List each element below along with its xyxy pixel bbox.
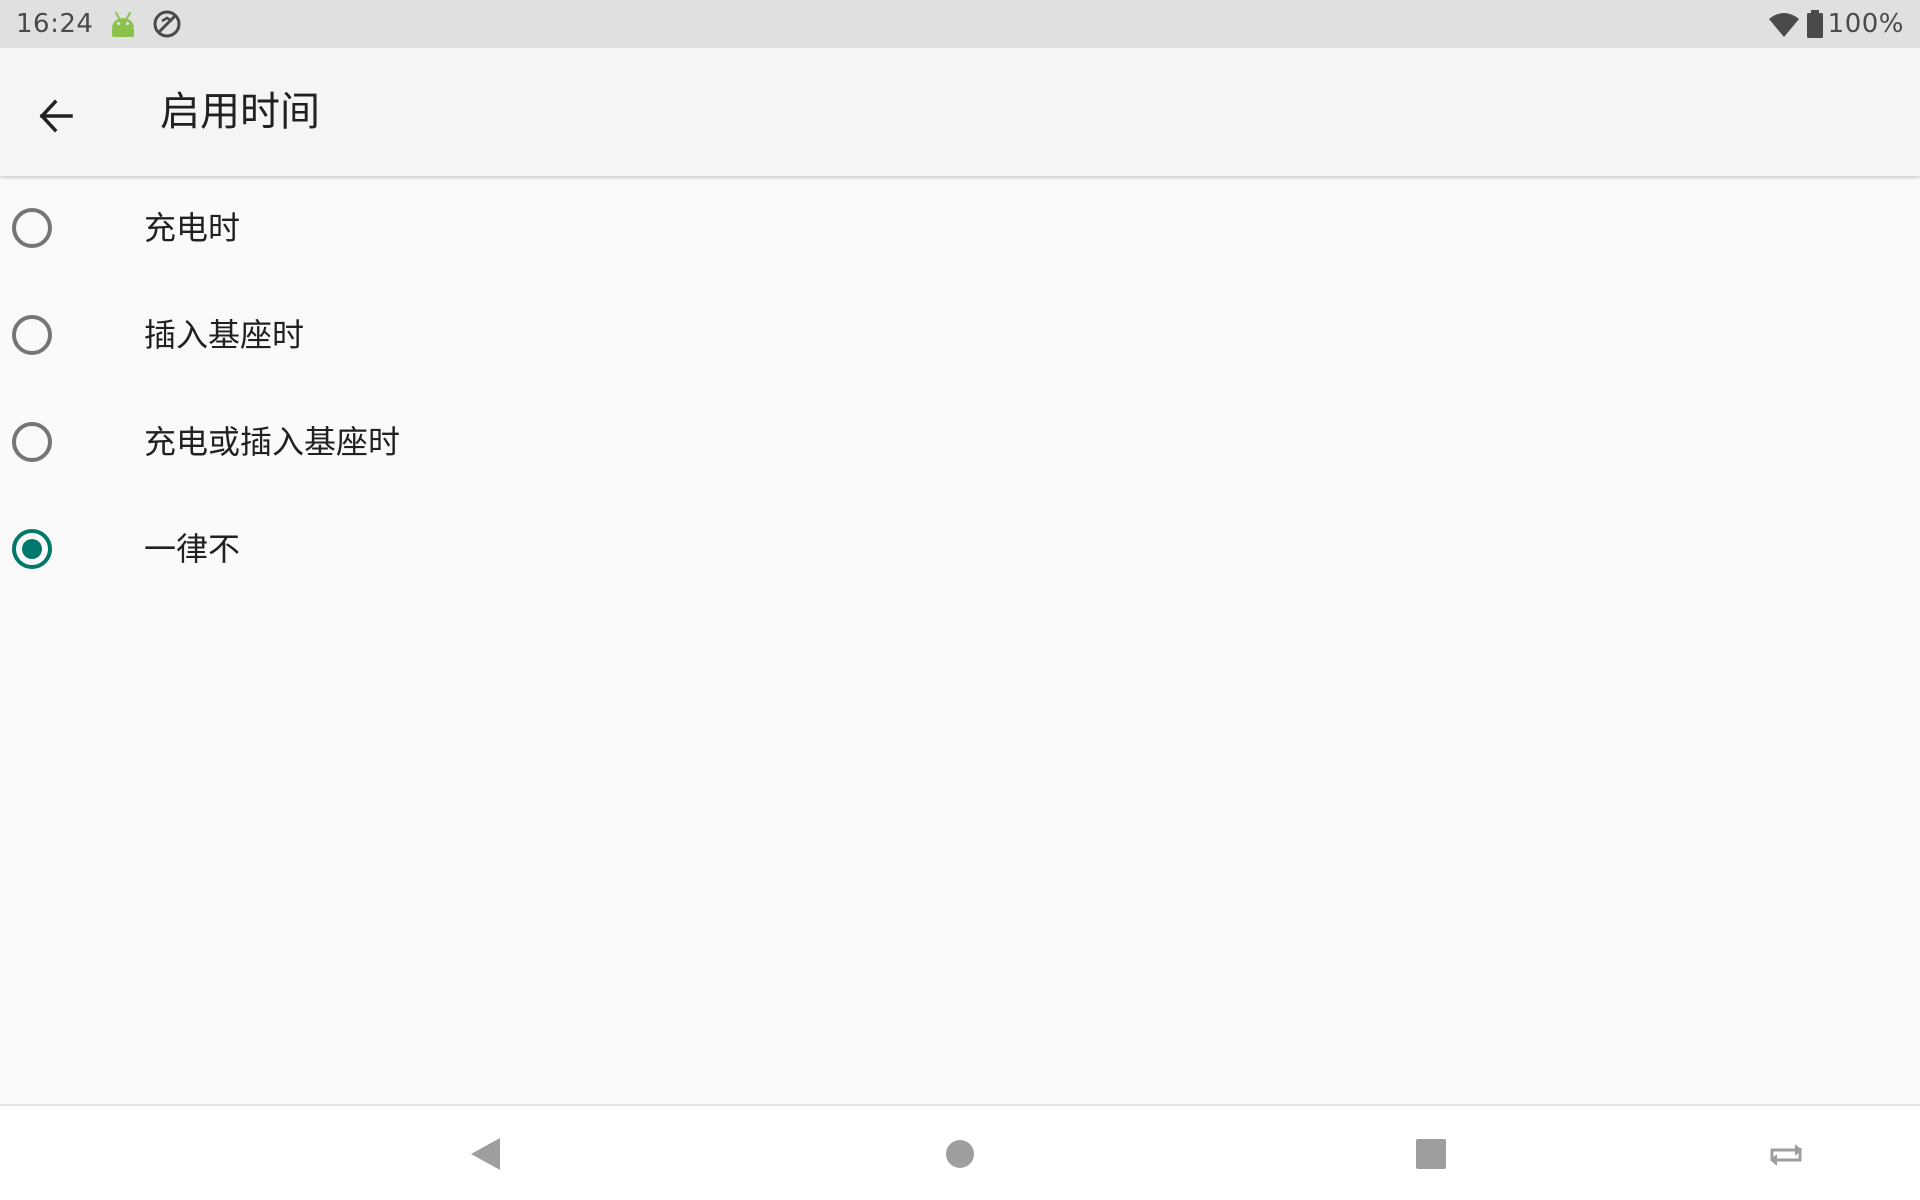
rotate-button[interactable] bbox=[1758, 1126, 1814, 1182]
sync-disabled-icon bbox=[152, 9, 182, 43]
option-label: 充电时 bbox=[144, 209, 241, 247]
android-icon bbox=[108, 9, 138, 43]
status-bar: 16:24 100% bbox=[0, 0, 1920, 48]
option-never[interactable]: 一律不 bbox=[0, 497, 1920, 604]
option-charging-or-docked[interactable]: 充电或插入基座时 bbox=[0, 390, 1920, 497]
nav-back-button[interactable] bbox=[458, 1126, 514, 1182]
option-label: 插入基座时 bbox=[144, 316, 305, 354]
radio-button[interactable] bbox=[12, 208, 52, 248]
radio-button[interactable] bbox=[12, 315, 52, 355]
nav-recents-icon bbox=[1415, 1138, 1447, 1170]
navigation-bar bbox=[0, 1104, 1920, 1200]
nav-home-icon bbox=[945, 1139, 975, 1169]
arrow-back-icon bbox=[38, 98, 74, 134]
option-label: 充电或插入基座时 bbox=[144, 423, 401, 461]
status-time: 16:24 bbox=[16, 9, 94, 39]
back-button[interactable] bbox=[24, 84, 88, 148]
app-bar: 启用时间 bbox=[0, 48, 1920, 176]
nav-back-icon bbox=[469, 1136, 503, 1172]
nav-recents-button[interactable] bbox=[1403, 1126, 1459, 1182]
radio-button-selected[interactable] bbox=[12, 529, 52, 569]
rotate-icon bbox=[1768, 1142, 1804, 1166]
nav-home-button[interactable] bbox=[932, 1126, 988, 1182]
radio-selected-dot bbox=[22, 539, 42, 559]
option-charging[interactable]: 充电时 bbox=[0, 176, 1920, 283]
battery-icon bbox=[1806, 10, 1824, 38]
option-docked[interactable]: 插入基座时 bbox=[0, 283, 1920, 390]
radio-list: 充电时 插入基座时 充电或插入基座时 一律不 bbox=[0, 176, 1920, 604]
battery-percentage: 100% bbox=[1827, 9, 1904, 39]
radio-button[interactable] bbox=[12, 422, 52, 462]
option-label: 一律不 bbox=[144, 530, 241, 568]
page-title: 启用时间 bbox=[160, 89, 320, 135]
wifi-icon bbox=[1768, 10, 1800, 38]
